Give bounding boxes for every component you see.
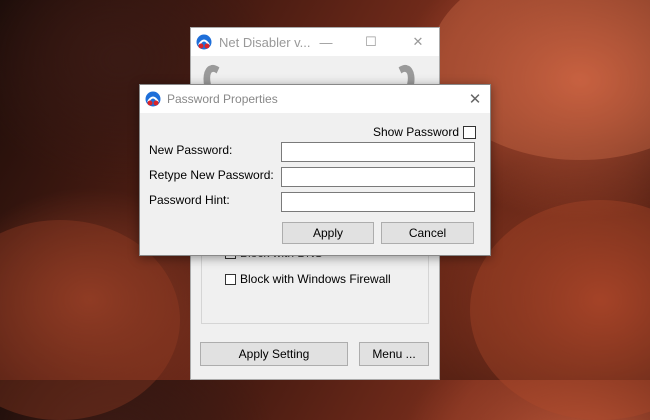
menu-button[interactable]: Menu ... bbox=[359, 342, 429, 366]
password-hint-label: Password Hint: bbox=[149, 193, 230, 207]
block-firewall-label: Block with Windows Firewall bbox=[240, 272, 391, 286]
app-icon bbox=[196, 34, 212, 50]
show-password-checkbox[interactable] bbox=[463, 125, 476, 139]
block-firewall-option[interactable]: Block with Windows Firewall bbox=[225, 272, 391, 286]
apply-setting-button[interactable]: Apply Setting bbox=[200, 342, 348, 366]
main-window-title: Net Disabler v... bbox=[219, 34, 311, 50]
dialog-body: Show Password New Password: Retype New P… bbox=[140, 113, 490, 255]
show-password-option[interactable]: Show Password bbox=[373, 125, 476, 139]
app-icon bbox=[145, 91, 161, 107]
dialog-titlebar[interactable]: Password Properties ✕ bbox=[140, 85, 490, 113]
main-titlebar[interactable]: Net Disabler v... — ☐ ✕ bbox=[191, 28, 439, 56]
password-hint-field[interactable] bbox=[281, 192, 475, 212]
close-button[interactable]: ✕ bbox=[403, 28, 433, 56]
cancel-button[interactable]: Cancel bbox=[381, 222, 474, 244]
maximize-button[interactable]: ☐ bbox=[356, 28, 386, 56]
background-rock-band bbox=[470, 200, 650, 420]
password-properties-dialog: Password Properties ✕ Show Password New … bbox=[139, 84, 491, 256]
retype-password-label: Retype New Password: bbox=[149, 168, 274, 182]
apply-button[interactable]: Apply bbox=[282, 222, 374, 244]
minimize-button[interactable]: — bbox=[311, 28, 341, 56]
retype-password-field[interactable] bbox=[281, 167, 475, 187]
show-password-label: Show Password bbox=[372, 125, 459, 139]
dialog-title: Password Properties bbox=[167, 92, 278, 106]
new-password-field[interactable] bbox=[281, 142, 475, 162]
block-firewall-checkbox[interactable] bbox=[225, 273, 236, 285]
dialog-close-icon[interactable]: ✕ bbox=[463, 85, 487, 113]
new-password-label: New Password: bbox=[149, 143, 233, 157]
